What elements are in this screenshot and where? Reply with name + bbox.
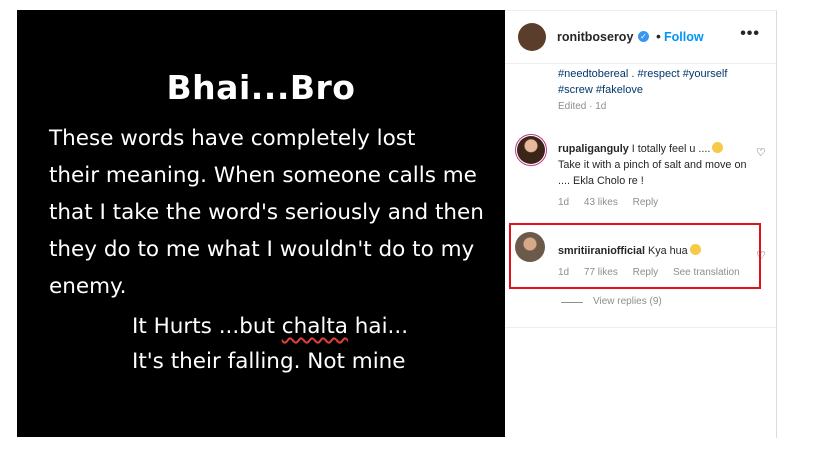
avatar[interactable] — [515, 134, 547, 166]
paragraph-line: their meaning. When someone calls me — [49, 163, 477, 188]
more-options-icon[interactable]: ••• — [740, 25, 760, 43]
post-tail: It Hurts ...but chalta hai... It's their… — [132, 309, 408, 379]
post-paragraph: These words have completely lost their m… — [49, 120, 489, 305]
highlight-box — [509, 223, 761, 289]
paragraph-line: enemy. — [49, 274, 127, 299]
paragraph-line: These words have completely lost — [49, 126, 416, 151]
comment-meta: 1d 43 likes Reply — [558, 197, 670, 208]
replies-divider — [561, 302, 583, 303]
edited-timestamp: Edited · 1d — [558, 101, 607, 112]
header-username[interactable]: ronitboseroy — [557, 30, 633, 44]
post-image: Bhai...Bro These words have completely l… — [17, 10, 505, 437]
tail-prefix: It Hurts ...but — [132, 314, 282, 339]
heart-icon[interactable]: ♡ — [756, 146, 766, 159]
reply-button[interactable]: Reply — [633, 197, 659, 208]
comment-body-cont: Take it with a pinch of salt and move on… — [558, 159, 747, 187]
tail-line-2: It's their falling. Not mine — [132, 349, 406, 374]
comment-body: I totally feel u .... — [631, 143, 711, 155]
comment-username[interactable]: rupaliganguly — [558, 143, 629, 155]
emoji-icon — [712, 142, 724, 153]
separator-dot: • — [656, 28, 661, 44]
comment-time: 1d — [558, 197, 570, 208]
paragraph-line: that I take the word's seriously and the… — [49, 200, 484, 225]
tail-line-1: It Hurts ...but chalta hai... — [132, 309, 408, 344]
post-header: ronitboseroy ✓ • Follow ••• — [505, 11, 776, 64]
post-heading: Bhai...Bro — [166, 68, 356, 107]
follow-button[interactable]: Follow — [664, 30, 704, 44]
comment-likes[interactable]: 43 likes — [584, 197, 618, 208]
avatar[interactable] — [518, 23, 546, 51]
view-replies-button[interactable]: View replies (9) — [593, 296, 662, 307]
caption-hashtags[interactable]: #needtobereal . #respect #yourself #scre… — [558, 66, 758, 98]
misspelled-word: chalta — [281, 314, 348, 339]
paragraph-line: they do to me what I wouldn't do to my — [49, 237, 475, 262]
divider — [505, 327, 776, 328]
verified-badge-icon: ✓ — [638, 31, 649, 42]
comment-text: rupaliganguly I totally feel u .... Take… — [558, 141, 753, 189]
tail-suffix: hai... — [347, 314, 409, 339]
